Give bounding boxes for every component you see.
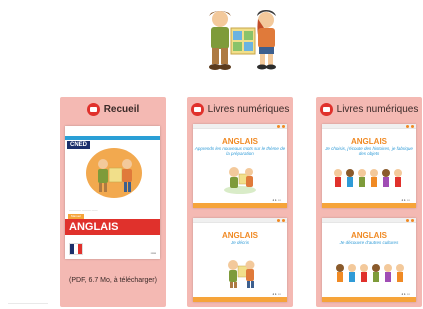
recueil-panel[interactable]: Recueil CNED ———— ——— —— Manuel ANGLAIS … [60, 97, 166, 307]
cned-logo: CNED [67, 141, 91, 149]
livres-panel-1[interactable]: Livres numériques ANGLAIS Apprends les n… [187, 97, 293, 307]
thumb-dot [406, 219, 409, 222]
thumb-dot [411, 219, 414, 222]
thumb-dot [282, 219, 285, 222]
recueil-caption: (PDF, 6.7 Mo, à télécharger) [69, 277, 157, 284]
livres-header-2[interactable]: Livres numériques [316, 97, 422, 121]
thumb-pager: ◂ ▸ ▭ [272, 198, 281, 202]
book-icon [86, 102, 100, 116]
recueil-header-label: Recueil [103, 103, 140, 115]
book-illustration [224, 167, 256, 194]
recueil-cover[interactable]: CNED ———— ——— —— Manuel ANGLAIS ▪▪▪▪▪ [65, 126, 160, 259]
livres-panel-2[interactable]: Livres numériques ANGLAIS Je choisis, j'… [316, 97, 422, 307]
livres-header-1[interactable]: Livres numériques [187, 97, 293, 121]
book-title: ANGLAIS [222, 231, 258, 240]
thumb-toolbar [322, 218, 416, 223]
thumb-footer-bar [322, 297, 416, 302]
book-icon [319, 102, 333, 116]
book-illustration [336, 264, 404, 282]
book-thumbnail[interactable]: ANGLAIS Je découvre d'autres cultures ◂ … [322, 218, 416, 302]
book-icon [190, 102, 204, 116]
thumb-dot [411, 125, 414, 128]
book-thumbnail[interactable]: ANGLAIS Je décris ◂ ▸ ▭ [193, 218, 287, 302]
book-thumbnail[interactable]: ANGLAIS Je choisis, j'écoute des histoir… [322, 124, 416, 208]
thumb-footer-bar [193, 203, 287, 208]
thumb-pager: ◂ ▸ ▭ [272, 292, 281, 296]
republique-logo [69, 243, 83, 255]
cover-title: ANGLAIS [69, 221, 119, 233]
cover-stripe [65, 136, 160, 140]
cover-illustration [98, 159, 132, 192]
book-illustration [334, 169, 402, 187]
book-title: ANGLAIS [222, 137, 258, 146]
thumb-toolbar [193, 218, 287, 223]
cover-brand-mark: ▪▪▪▪▪ [150, 251, 156, 255]
thumb-toolbar [193, 124, 287, 129]
thumb-dot [277, 125, 280, 128]
book-subtitle: Apprends les nouveaux mots sur le thème … [194, 146, 286, 156]
thumb-toolbar [322, 124, 416, 129]
recueil-header[interactable]: Recueil [60, 97, 166, 121]
thumb-dot [277, 219, 280, 222]
livres-header-label: Livres numériques [207, 103, 290, 115]
thumb-footer-bar [322, 203, 416, 208]
thumb-pager: ◂ ▸ ▭ [401, 292, 410, 296]
footer-divider [8, 303, 48, 304]
cover-meta: ———— ——— —— [69, 208, 98, 212]
book-title: ANGLAIS [351, 137, 387, 146]
hero-illustration [209, 10, 276, 70]
thumb-dot [282, 125, 285, 128]
book-subtitle: Je découvre d'autres cultures [339, 240, 399, 245]
book-thumbnail[interactable]: ANGLAIS Apprends les nouveaux mots sur l… [193, 124, 287, 208]
livres-header-label: Livres numériques [336, 103, 419, 115]
book-subtitle: Je choisis, j'écoute des histoires, je f… [325, 146, 413, 156]
thumb-dot [406, 125, 409, 128]
book-illustration [228, 260, 255, 288]
thumb-pager: ◂ ▸ ▭ [401, 198, 410, 202]
thumb-footer-bar [193, 297, 287, 302]
book-title: ANGLAIS [351, 231, 387, 240]
book-subtitle: Je décris [230, 240, 249, 245]
